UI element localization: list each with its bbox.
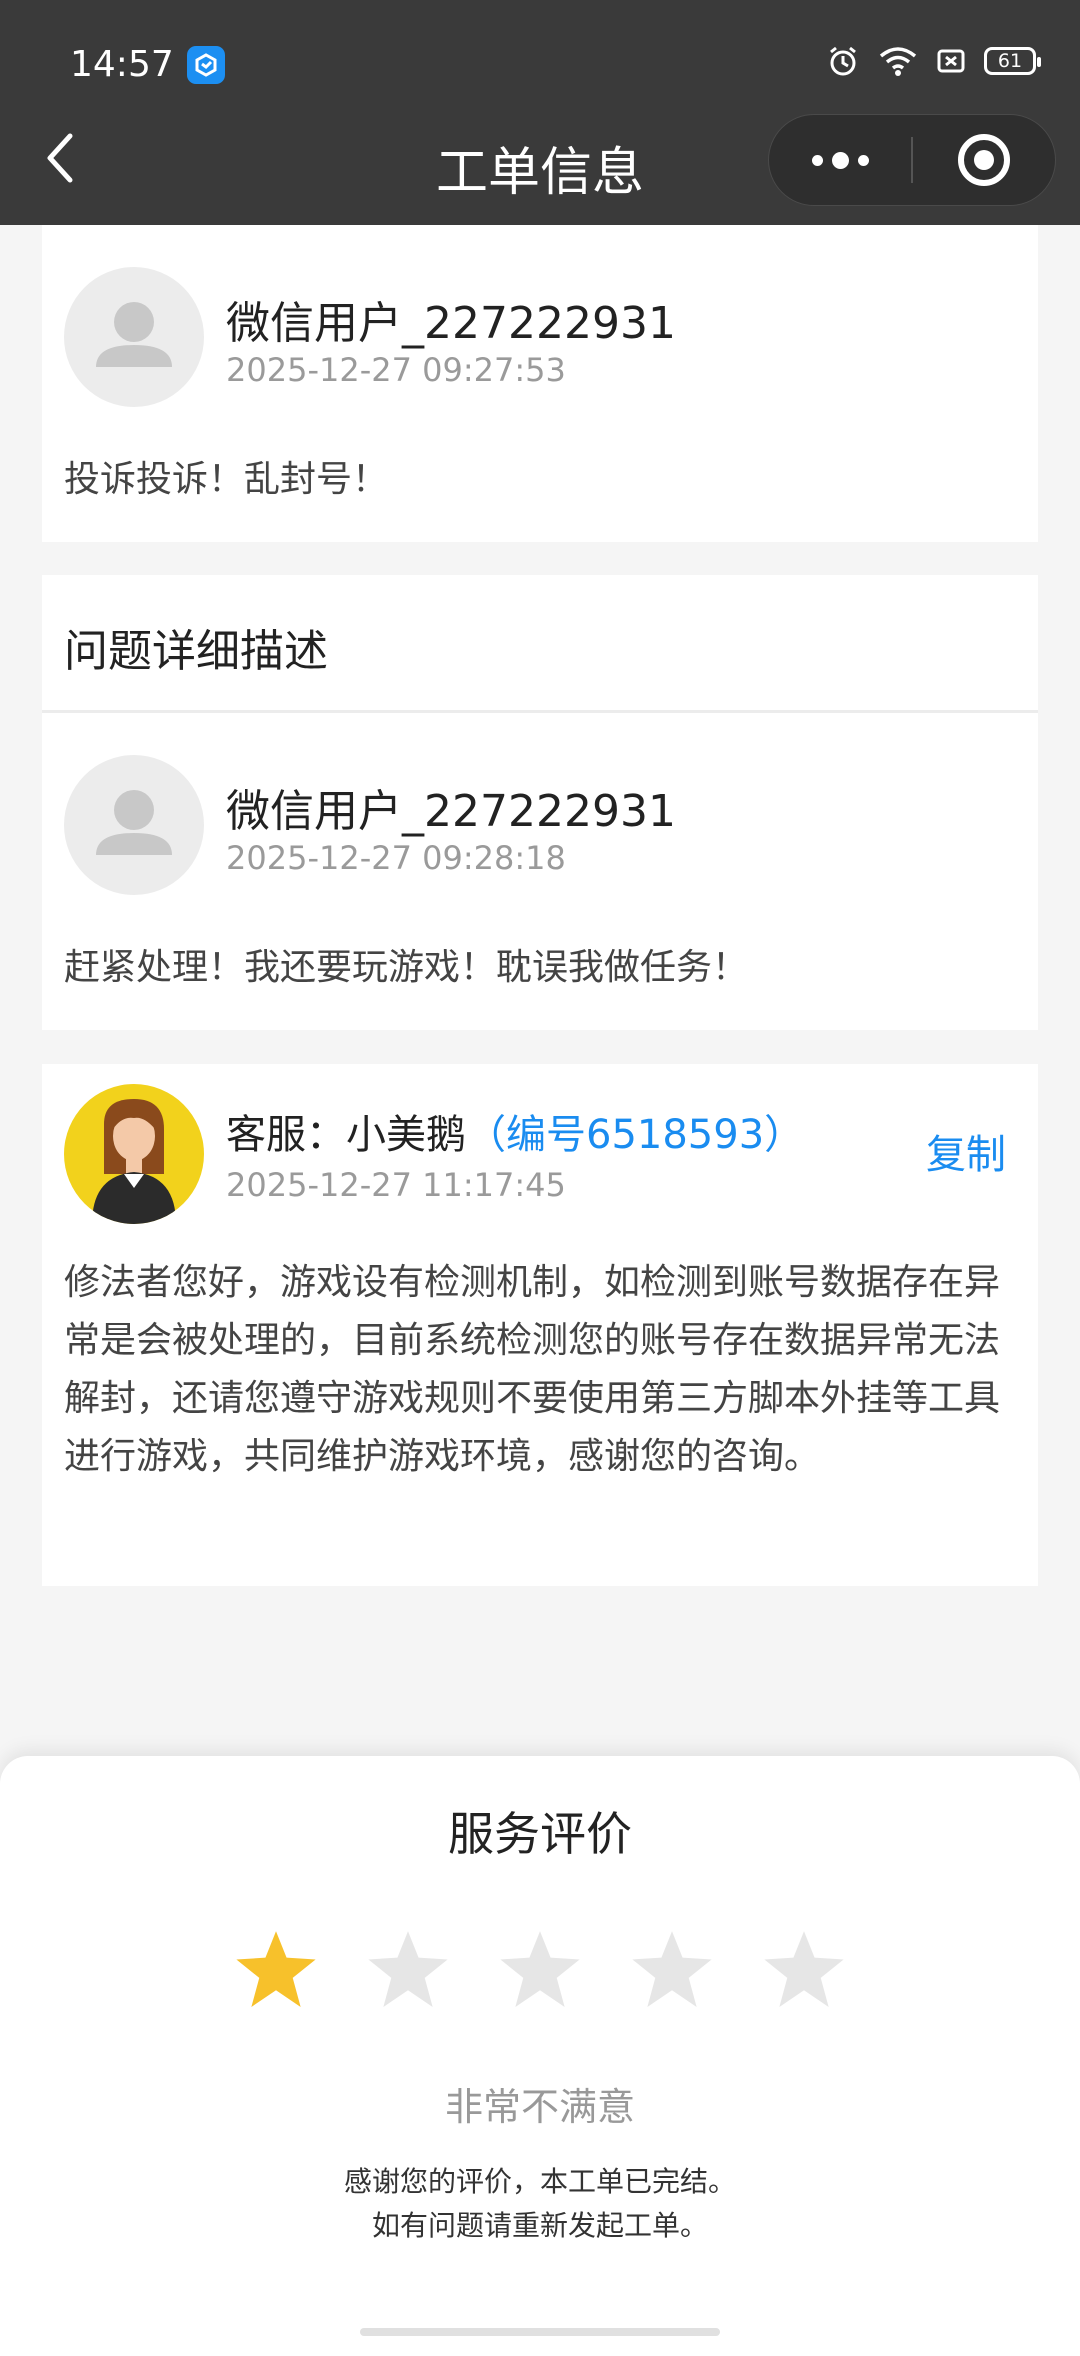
status-icons: 61 xyxy=(826,44,1041,78)
wifi-icon xyxy=(879,47,917,76)
star-icon[interactable] xyxy=(628,1926,716,2014)
message-text: 投诉投诉！乱封号！ xyxy=(64,459,389,500)
message-time: 2025-12-27 09:27:53 xyxy=(226,351,566,389)
section-header: 问题详细描述 xyxy=(42,575,1038,710)
avatar xyxy=(64,755,204,895)
home-indicator xyxy=(360,2328,720,2336)
agent-id: （编号6518593） xyxy=(466,1112,805,1158)
agent-label: 客服：小美鹅 xyxy=(226,1112,466,1158)
thanks-line-2: 如有问题请重新发起工单。 xyxy=(371,2209,708,2242)
more-menu-button[interactable] xyxy=(769,115,911,205)
status-time: 14:57 xyxy=(70,44,174,85)
agent-reply-card: 客服：小美鹅（编号6518593） 2025-12-27 11:17:45 复制… xyxy=(42,1064,1038,1586)
message-text: 赶紧处理！我还要玩游戏！耽误我做任务！ xyxy=(64,947,749,988)
thanks-line-1: 感谢您的评价，本工单已完结。 xyxy=(343,2165,736,2198)
app-notification-icon xyxy=(187,46,225,84)
rating-result-text: 非常不满意 xyxy=(444,2085,635,2129)
section-title: 问题详细描述 xyxy=(64,626,328,677)
more-dots-icon xyxy=(811,151,869,169)
copy-button[interactable]: 复制 xyxy=(926,1122,1006,1180)
rating-title: 服务评价 xyxy=(448,1807,632,1861)
top-bar: 14:57 61 工单信息 xyxy=(0,0,1080,225)
thanks-message: 感谢您的评价，本工单已完结。 如有问题请重新发起工单。 xyxy=(0,2160,1080,2248)
agent-name-line: 客服：小美鹅（编号6518593） xyxy=(226,1102,804,1160)
rating-sheet: 服务评价 非常不满意 感谢您的评价，本工单已完结。 如有问题请重新发起工单。 xyxy=(0,1756,1080,2356)
record-circle-icon xyxy=(958,134,1010,186)
battery-indicator: 61 xyxy=(984,47,1041,75)
agent-reply-time: 2025-12-27 11:17:45 xyxy=(226,1166,566,1204)
message-card: 微信用户_227222931 2025-12-27 09:28:18 赶紧处理！… xyxy=(42,713,1038,1030)
agent-reply-text: 修法者您好，游戏设有检测机制，如检测到账号数据存在异常是会被处理的，目前系统检测… xyxy=(64,1262,1001,1477)
username: 微信用户_227222931 xyxy=(226,298,676,349)
close-mini-program-button[interactable] xyxy=(913,115,1055,205)
user-placeholder-icon xyxy=(96,302,172,367)
username: 微信用户_227222931 xyxy=(226,786,676,837)
star-icon[interactable] xyxy=(760,1926,848,2014)
user-placeholder-icon xyxy=(96,790,172,855)
star-rating[interactable] xyxy=(232,1926,848,2014)
alarm-icon xyxy=(830,46,856,76)
star-icon[interactable] xyxy=(496,1926,584,2014)
mini-program-capsule xyxy=(768,114,1056,206)
avatar xyxy=(64,267,204,407)
message-card: 微信用户_227222931 2025-12-27 09:27:53 投诉投诉！… xyxy=(42,225,1038,542)
sim-off-icon xyxy=(937,49,965,73)
star-icon[interactable] xyxy=(364,1926,452,2014)
agent-portrait-icon xyxy=(92,1099,176,1224)
agent-avatar xyxy=(64,1084,204,1224)
message-time: 2025-12-27 09:28:18 xyxy=(226,839,566,877)
star-icon[interactable] xyxy=(232,1926,320,2014)
